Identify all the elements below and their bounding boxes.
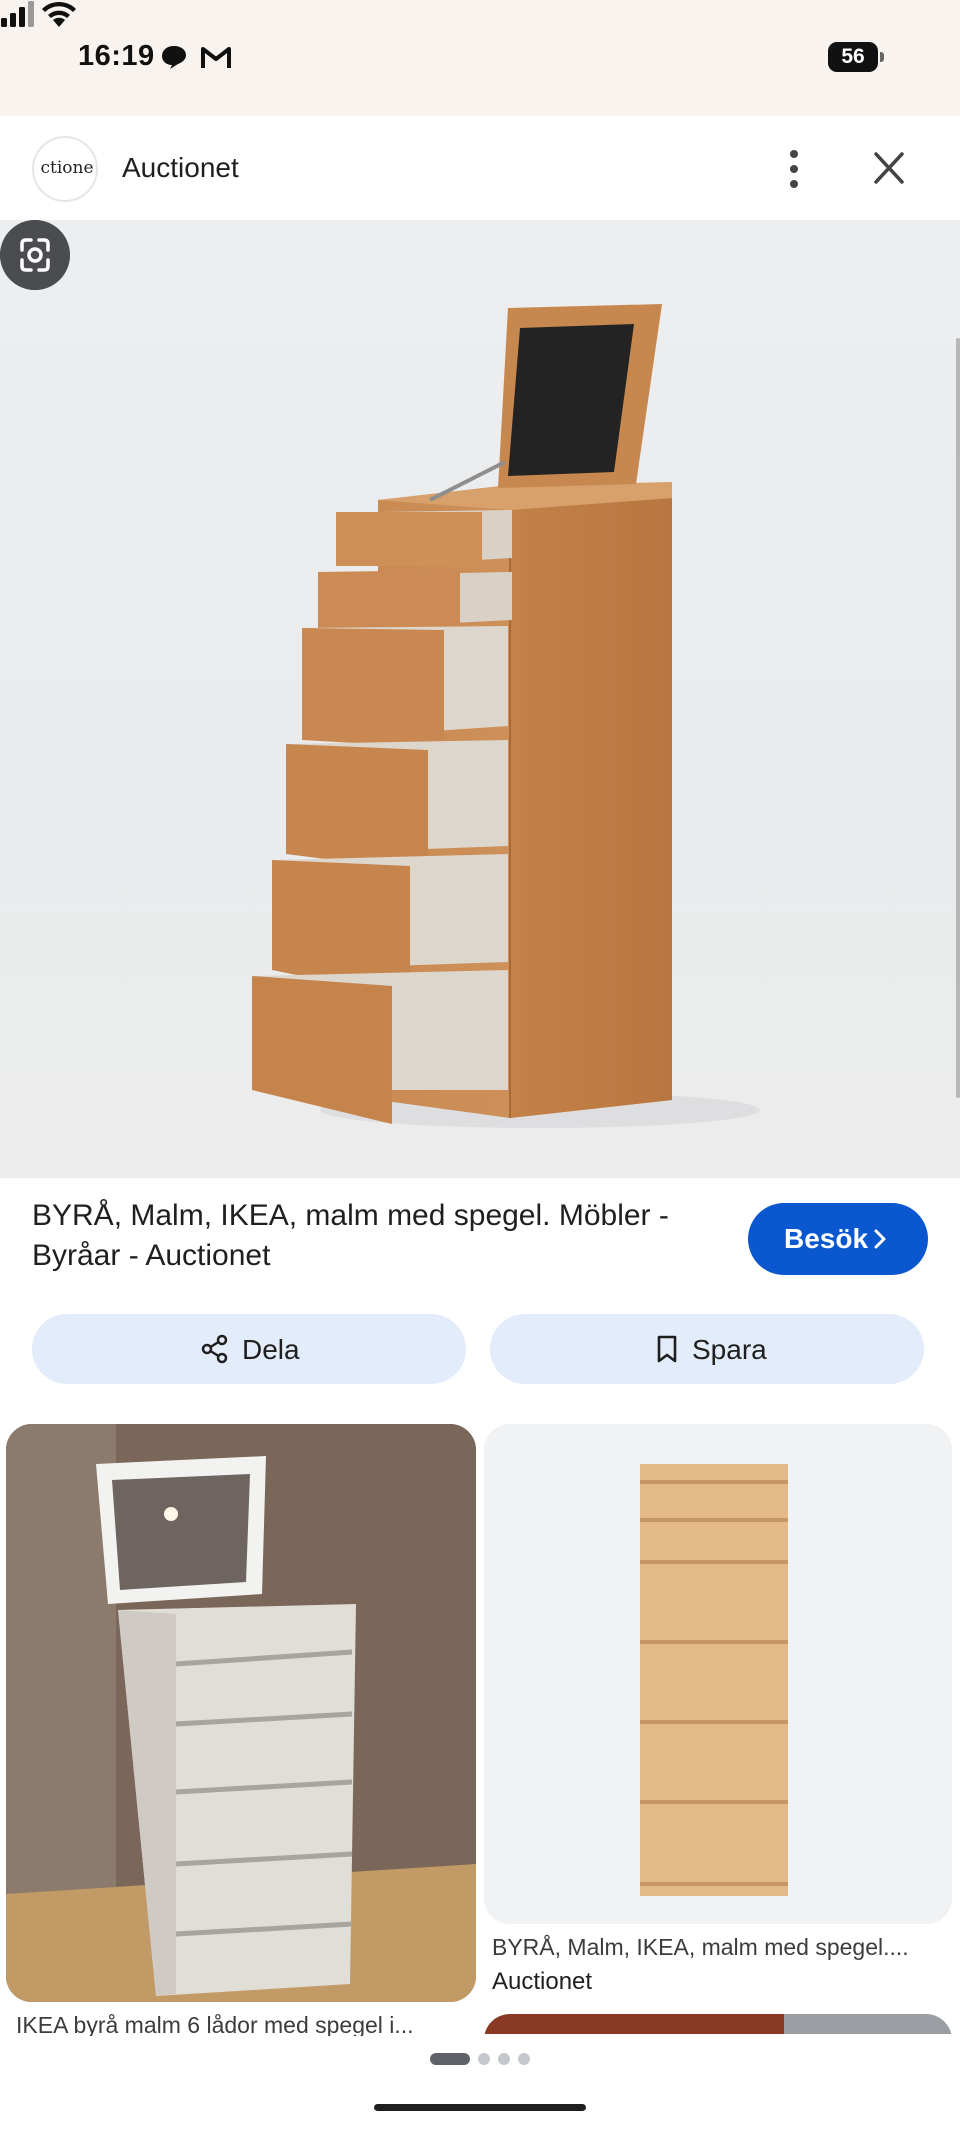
white-dresser-photo [6, 1424, 476, 2002]
related-source-2: Auctionet [492, 1968, 593, 1995]
pager-dot[interactable] [518, 2053, 530, 2065]
pager-dot-active[interactable] [430, 2053, 470, 2065]
site-logo[interactable]: ctione [32, 136, 98, 202]
oak-dresser-photo [484, 1424, 952, 1924]
home-indicator[interactable] [374, 2104, 586, 2111]
product-image[interactable] [0, 220, 960, 1178]
visit-button-label: Besök [784, 1223, 869, 1254]
share-icon [201, 1334, 228, 1364]
visit-button[interactable]: Besök [748, 1203, 928, 1275]
share-button-label: Dela [242, 1334, 300, 1365]
pager-dot[interactable] [498, 2053, 510, 2065]
status-bar: 16:19 56 [0, 0, 960, 116]
google-lens-icon[interactable] [0, 220, 70, 290]
result-title[interactable]: BYRÅ, Malm, IKEA, malm med spegel. Möble… [32, 1196, 732, 1276]
chevron-right-icon [874, 1229, 886, 1249]
bottom-sheet-bar [0, 2034, 960, 2133]
battery-level: 56 [828, 42, 878, 72]
share-button[interactable]: Dela [32, 1314, 466, 1384]
more-vert-icon[interactable] [776, 146, 812, 192]
related-image-2[interactable] [484, 1424, 952, 1924]
signal-icon [1, 1, 34, 27]
related-caption-1[interactable]: IKEA byrå malm 6 lådor med spegel i... [16, 2012, 466, 2036]
pager-dot[interactable] [478, 2053, 490, 2065]
related-image-1[interactable] [6, 1424, 476, 2002]
save-button[interactable]: Spara [490, 1314, 924, 1384]
chat-bubble-icon [162, 46, 186, 69]
viewer-header: ctione Auctionet [0, 116, 960, 220]
scrollbar[interactable] [956, 338, 960, 1098]
gmail-icon [201, 47, 231, 68]
site-name[interactable]: Auctionet [122, 152, 239, 184]
bookmark-icon [657, 1335, 677, 1363]
related-caption-2[interactable]: BYRÅ, Malm, IKEA, malm med spegel.... [492, 1934, 942, 1961]
status-time: 16:19 [78, 40, 155, 72]
close-icon[interactable] [868, 146, 910, 190]
battery-icon: 56 [828, 42, 884, 72]
wifi-icon [42, 1, 77, 27]
save-button-label: Spara [692, 1334, 767, 1365]
site-logo-text: ctione [40, 158, 94, 178]
dresser-illustration [252, 304, 760, 1128]
